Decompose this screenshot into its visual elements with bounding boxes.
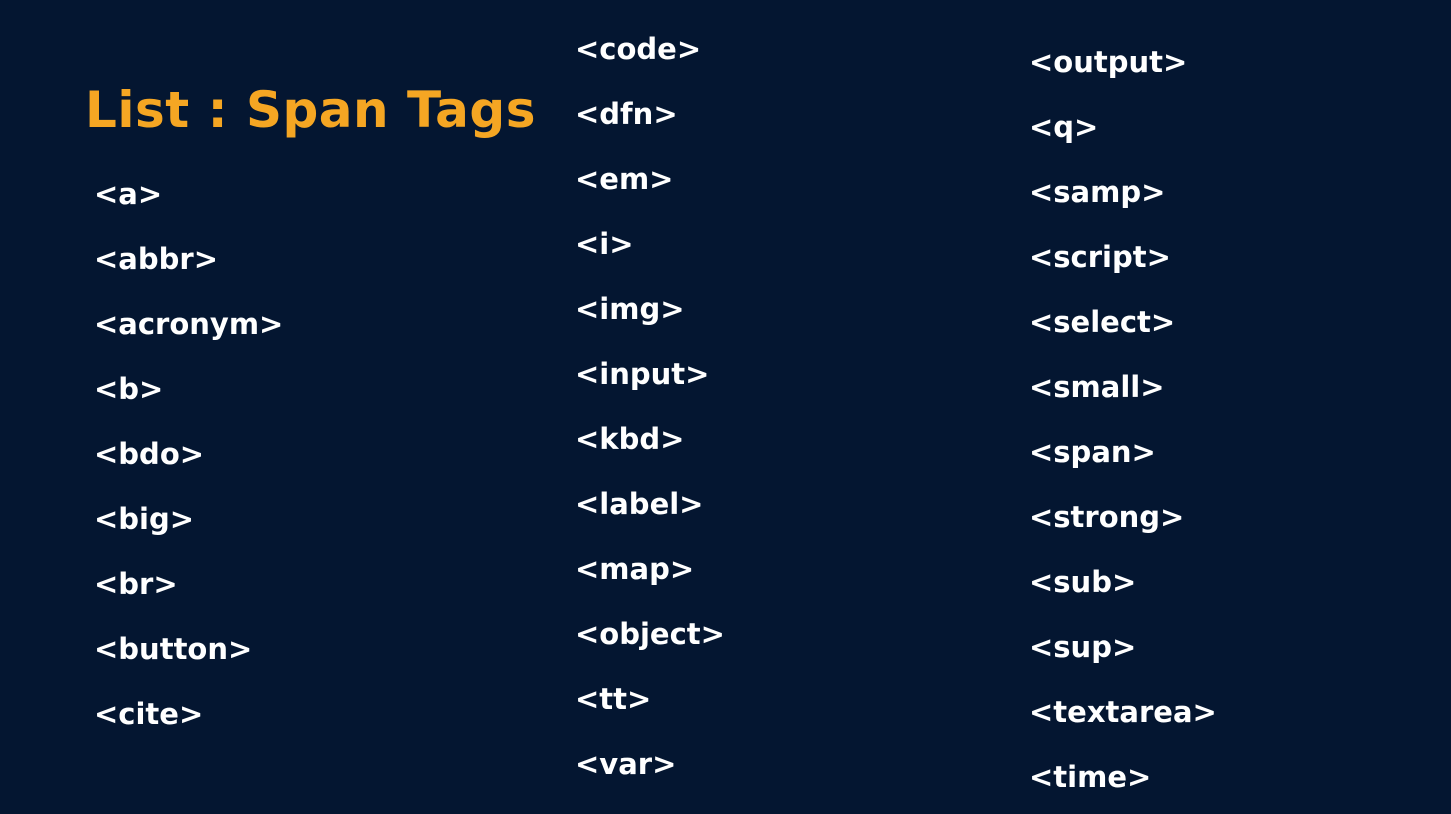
tag-item: <cite> [94,697,204,731]
tag-item: <dfn> [575,97,678,131]
tag-item: <var> [575,747,677,781]
tag-item: <time> [1029,760,1152,794]
slide: List : Span Tags <a> <abbr> <acronym> <b> <b… [0,0,1451,814]
tag-item: <code> [575,32,702,66]
slide-title: List : Span Tags [85,81,536,139]
tag-item: <object> [575,617,725,651]
tag-item: <sup> [1029,630,1137,664]
tag-item: <a> [94,177,163,211]
tag-item: <samp> [1029,175,1166,209]
tag-item: <label> [575,487,704,521]
tag-item: <button> [94,632,253,666]
tag-item: <acronym> [94,307,284,341]
tag-item: <em> [575,162,674,196]
tag-item: <sub> [1029,565,1137,599]
tag-item: <map> [575,552,695,586]
tag-item: <tt> [575,682,652,716]
tag-item: <b> [94,372,164,406]
tag-item: <span> [1029,435,1156,469]
tag-item: <select> [1029,305,1176,339]
tag-item: <textarea> [1029,695,1217,729]
tag-item: <output> [1029,45,1188,79]
tag-item: <img> [575,292,685,326]
tag-column-2: <code> <dfn> <em> <i> <img> <input> <kbd> <labe… [575,17,725,797]
tag-column-1: <a> <abbr> <acronym> <b> <bdo> <big> <br> <butt… [94,162,283,747]
tag-item: <script> [1029,240,1171,274]
tag-item: <bdo> [94,437,205,471]
tag-column-3: <output> <q> <samp> <script> <select> <small>… [1029,30,1217,810]
tag-item: <big> [94,502,195,536]
tag-item: <i> [575,227,634,261]
tag-item: <strong> [1029,500,1185,534]
tag-item: <kbd> [575,422,685,456]
tag-item: <small> [1029,370,1165,404]
tag-item: <abbr> [94,242,218,276]
tag-item: <q> [1029,110,1099,144]
tag-item: <br> [94,567,178,601]
tag-item: <input> [575,357,710,391]
